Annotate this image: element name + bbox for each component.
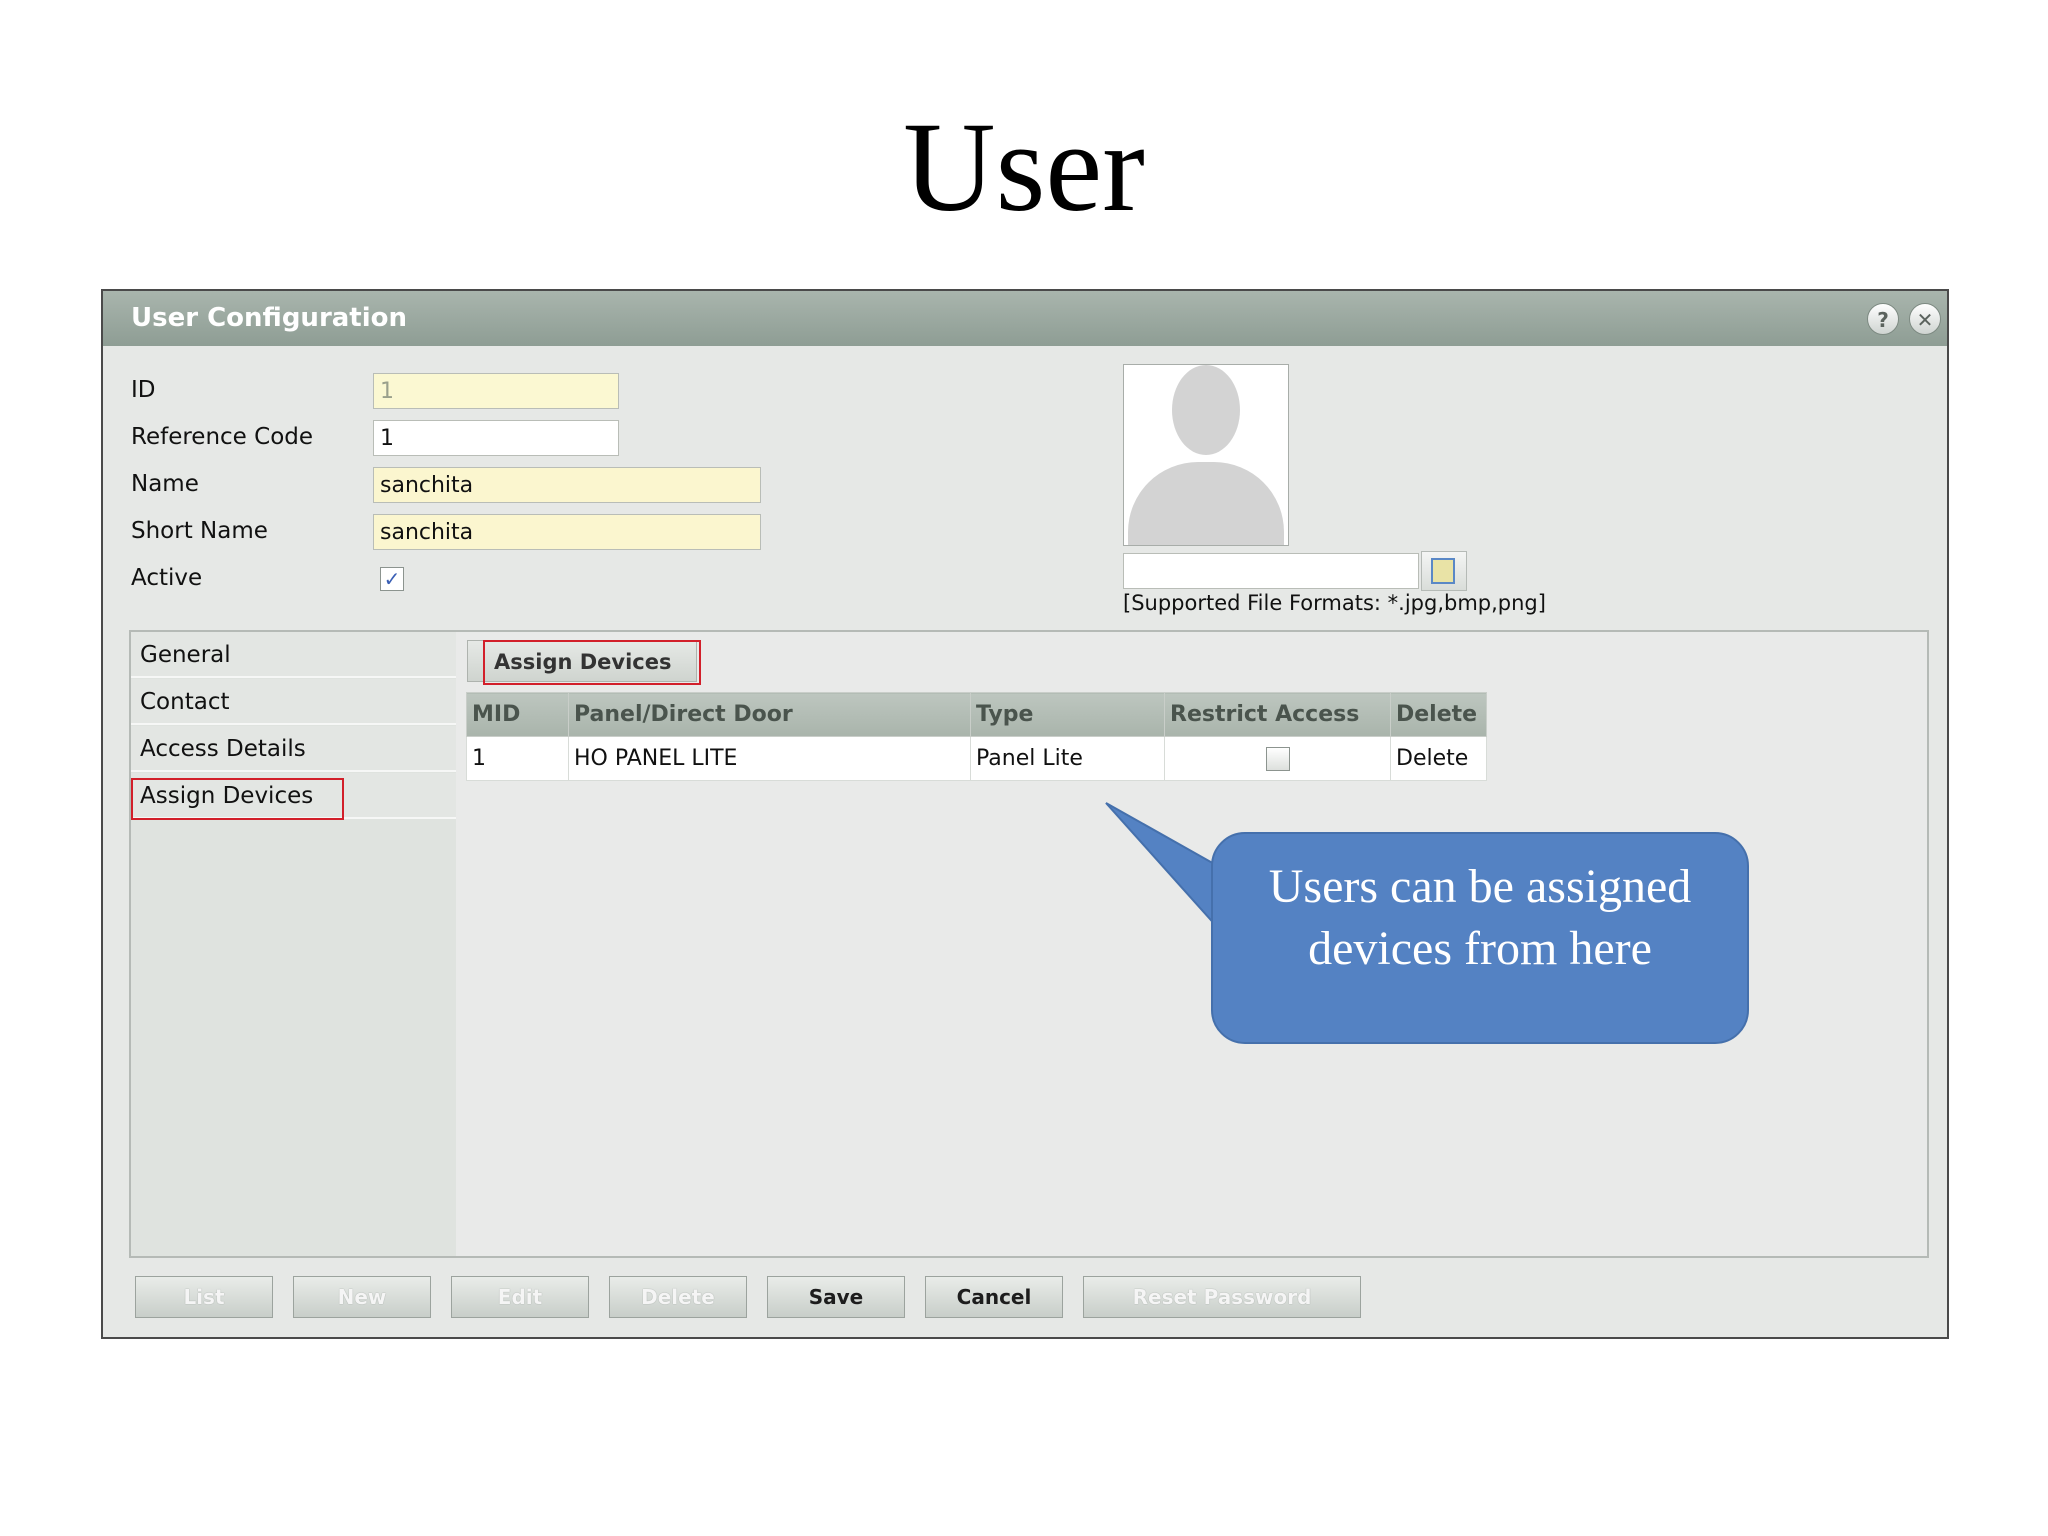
- browse-button[interactable]: [1421, 551, 1467, 591]
- folder-icon: [1431, 558, 1455, 584]
- help-icon[interactable]: ?: [1867, 303, 1899, 335]
- column-header-delete[interactable]: Delete: [1390, 692, 1487, 737]
- close-icon[interactable]: ✕: [1909, 303, 1941, 335]
- save-button[interactable]: Save: [767, 1276, 905, 1318]
- restrict-access-checkbox[interactable]: [1265, 747, 1290, 771]
- list-button[interactable]: List: [135, 1276, 273, 1318]
- user-configuration-window: User Configuration ? ✕ ID Reference Code…: [101, 289, 1949, 1339]
- new-button[interactable]: New: [293, 1276, 431, 1318]
- column-header-panel[interactable]: Panel/Direct Door: [568, 692, 971, 737]
- panel-cell: HO PANEL LITE: [568, 736, 971, 781]
- active-label: Active: [131, 565, 203, 591]
- sidebar-highlight-box: [131, 778, 344, 820]
- delete-link[interactable]: Delete: [1390, 736, 1487, 781]
- avatar-body: [1128, 462, 1284, 545]
- name-field[interactable]: [373, 467, 761, 503]
- photo-file-input[interactable]: [1123, 553, 1419, 589]
- column-header-restrict-access[interactable]: Restrict Access: [1164, 692, 1391, 737]
- reference-code-field[interactable]: [373, 420, 619, 456]
- name-label: Name: [131, 471, 199, 497]
- id-label: ID: [131, 377, 156, 403]
- type-cell: Panel Lite: [970, 736, 1165, 781]
- mid-cell: 1: [466, 736, 569, 781]
- sidebar-item-label: General: [140, 642, 231, 668]
- sidebar: General Contact Access Details Assign De…: [131, 632, 456, 1256]
- window-title: User Configuration: [131, 303, 408, 333]
- column-header-mid[interactable]: MID: [466, 692, 569, 737]
- table-header-row: MID Panel/Direct Door Type Restrict Acce…: [466, 692, 1487, 737]
- reference-code-label: Reference Code: [131, 424, 314, 450]
- active-checkbox[interactable]: ✓: [380, 567, 404, 591]
- supported-formats-text: [Supported File Formats: *.jpg,bmp,png]: [1123, 591, 1546, 615]
- restrict-access-cell: [1164, 736, 1391, 781]
- sidebar-item-label: Access Details: [140, 736, 306, 762]
- short-name-field[interactable]: [373, 514, 761, 550]
- short-name-label: Short Name: [131, 518, 268, 544]
- avatar-head: [1172, 365, 1240, 455]
- sidebar-item-access-details[interactable]: Access Details: [131, 726, 456, 772]
- reset-password-button[interactable]: Reset Password: [1083, 1276, 1361, 1318]
- edit-button[interactable]: Edit: [451, 1276, 589, 1318]
- delete-button[interactable]: Delete: [609, 1276, 747, 1318]
- slide-title: User: [903, 96, 1145, 238]
- tab-highlight-box: [483, 640, 701, 685]
- cancel-button[interactable]: Cancel: [925, 1276, 1063, 1318]
- callout-pointer-shape: [1105, 802, 1227, 931]
- sidebar-item-contact[interactable]: Contact: [131, 679, 456, 725]
- callout-bubble: Users can be assigned devices from here: [1211, 832, 1749, 1044]
- table-row: 1 HO PANEL LITE Panel Lite Delete: [466, 736, 1487, 781]
- user-photo-placeholder: [1123, 364, 1289, 546]
- window-titlebar: User Configuration ? ✕: [103, 291, 1947, 346]
- callout-line-1: Users can be assigned: [1268, 860, 1692, 913]
- column-header-type[interactable]: Type: [970, 692, 1165, 737]
- devices-table: MID Panel/Direct Door Type Restrict Acce…: [466, 692, 1487, 781]
- sidebar-item-general[interactable]: General: [131, 632, 456, 678]
- callout-line-2: devices from here: [1308, 922, 1652, 975]
- sidebar-item-label: Contact: [140, 689, 230, 715]
- id-field[interactable]: [373, 373, 619, 409]
